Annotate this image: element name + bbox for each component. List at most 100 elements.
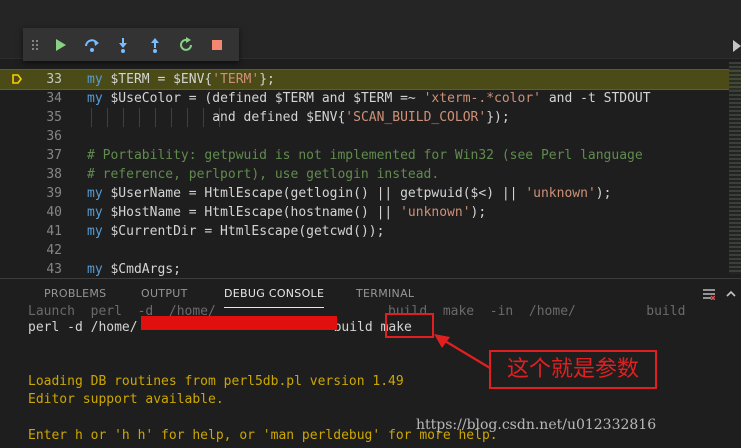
code-token: my: [87, 262, 111, 277]
line-number: 40: [46, 205, 62, 220]
continue-icon: [56, 38, 67, 51]
highlight-box: [385, 313, 434, 338]
code-token: ) ||: [486, 186, 526, 201]
annotation-callout: 这个就是参数: [489, 350, 657, 389]
code-token: $HostName: [110, 205, 181, 220]
step-into-button[interactable]: [114, 35, 133, 55]
code-token: $ENV{: [173, 72, 213, 87]
tab-output[interactable]: OUTPUT: [141, 287, 188, 300]
code-token: and -t STDOUT: [541, 91, 651, 106]
code-token: my: [87, 91, 111, 106]
code-token: 'unknown': [525, 186, 596, 201]
code-text: my $UseColor = (defined $TERM and $TERM …: [87, 89, 651, 108]
code-token: my: [87, 224, 111, 239]
debug-toolbar: [23, 28, 239, 61]
code-token: );: [595, 186, 612, 201]
code-token: $<: [470, 186, 487, 201]
code-token: };: [259, 72, 275, 87]
console-line-loading: Loading DB routines from perl5db.pl vers…: [28, 374, 404, 389]
clear-console-icon[interactable]: [703, 288, 715, 300]
tab-debug-console[interactable]: DEBUG CONSOLE: [224, 287, 325, 308]
code-token: =~: [392, 91, 424, 106]
code-line[interactable]: 37 # Portability: getpwuid is not impleme…: [0, 146, 741, 165]
watermark: https://blog.csdn.net/u012332816: [416, 417, 657, 433]
step-over-icon: [84, 38, 99, 52]
line-number: 35: [46, 110, 62, 125]
line-number: 43: [46, 262, 62, 277]
stop-icon: [212, 39, 223, 50]
code-line[interactable]: 40 my $HostName = HtmlEscape(hostname() |…: [0, 203, 741, 222]
code-token: 'xterm-.*color': [423, 91, 541, 106]
code-line[interactable]: 39 my $UserName = HtmlEscape(getlogin() |…: [0, 184, 741, 203]
code-token: and: [314, 91, 354, 106]
code-token: 'SCAN_BUILD_COLOR': [345, 110, 487, 125]
console-line-editor-support: Editor support available.: [28, 392, 224, 407]
line-number: 34: [46, 91, 62, 106]
code-token: = (defined: [180, 91, 275, 106]
editor-area: 33 my $TERM = $ENV{'TERM'}; 34 my $UseColor…: [0, 0, 741, 278]
code-text: my $UserName = HtmlEscape(getlogin() || …: [87, 184, 611, 203]
redaction-bar: [141, 316, 337, 330]
code-line[interactable]: 43 my $CmdArgs;: [0, 260, 741, 278]
tab-terminal[interactable]: TERMINAL: [356, 287, 414, 300]
line-number: 39: [46, 186, 62, 201]
code-token: );: [470, 205, 487, 220]
run-icon[interactable]: [733, 40, 741, 52]
code-text: and defined $ENV{'SCAN_BUILD_COLOR'});: [87, 108, 510, 127]
code-line[interactable]: 34 my $UseColor = (defined $TERM and $TER…: [0, 89, 741, 108]
code-line[interactable]: 36: [0, 127, 741, 146]
step-into-icon: [119, 37, 128, 53]
line-number: 42: [46, 243, 62, 258]
code-line[interactable]: 41 my $CurrentDir = HtmlEscape(getcwd());: [0, 222, 741, 241]
drag-grip-icon[interactable]: [31, 38, 39, 51]
command-prefix: perl -d /home/: [28, 320, 138, 335]
code-token: # reference, perlport), use getlogin ins…: [87, 167, 440, 182]
code-token: =: [149, 72, 174, 87]
code-token: $TERM: [274, 91, 314, 106]
code-text: my $HostName = HtmlEscape(hostname() || …: [87, 203, 486, 222]
line-number: 36: [46, 129, 62, 144]
code-text: my $CurrentDir = HtmlEscape(getcwd());: [87, 222, 384, 241]
code-token: $TERM: [353, 91, 393, 106]
step-over-button[interactable]: [82, 35, 101, 55]
code-line[interactable]: 42: [0, 241, 741, 260]
step-out-button[interactable]: [145, 35, 164, 55]
code-text: my $CmdArgs;: [87, 260, 181, 278]
code-token: = HtmlEscape(getcwd());: [196, 224, 385, 239]
step-out-icon: [150, 37, 159, 53]
code-token: = HtmlEscape(hostname() ||: [180, 205, 401, 220]
line-number: 37: [46, 148, 62, 163]
tab-problems[interactable]: PROBLEMS: [44, 287, 106, 300]
restart-button[interactable]: [176, 35, 195, 55]
minimap[interactable]: [729, 62, 741, 274]
stop-button[interactable]: [208, 35, 227, 55]
code-text: # Portability: getpwuid is not implement…: [87, 146, 643, 165]
vscode-window: 33 my $TERM = $ENV{'TERM'}; 34 my $UseColor…: [0, 0, 741, 448]
code-token: 'TERM': [212, 72, 260, 87]
code-token: my: [87, 186, 111, 201]
code-token: $ENV{: [306, 110, 346, 125]
code-token: $UserName: [110, 186, 181, 201]
code-line[interactable]: 33 my $TERM = $ENV{'TERM'};: [0, 69, 741, 90]
continue-button[interactable]: [51, 35, 70, 55]
code-token: my: [87, 205, 111, 220]
code-token: $TERM: [110, 72, 150, 87]
code-token: # Portability: getpwuid is not implement…: [87, 148, 643, 163]
line-number: 38: [46, 167, 62, 182]
code-token: 'unknown': [400, 205, 471, 220]
chevron-up-icon[interactable]: [726, 289, 736, 299]
code-token: $CmdArgs: [110, 262, 174, 277]
code-lines: 33 my $TERM = $ENV{'TERM'}; 34 my $UseColor…: [0, 69, 741, 278]
code-token: my: [87, 72, 111, 87]
code-token: $UseColor: [110, 91, 181, 106]
line-number: 33: [46, 72, 62, 87]
code-token: $CurrentDir: [110, 224, 197, 239]
code-text: my $TERM = $ENV{'TERM'};: [87, 70, 275, 89]
breakpoint-arrow-icon[interactable]: [12, 74, 22, 84]
line-number: 41: [46, 224, 62, 239]
code-text: # reference, perlport), use getlogin ins…: [87, 165, 439, 184]
code-token: });: [486, 110, 510, 125]
code-line[interactable]: 38 # reference, perlport), use getlogin i…: [0, 165, 741, 184]
code-line[interactable]: 35 and defined $ENV{'SCAN_BUILD_COLOR'})…: [0, 108, 741, 127]
